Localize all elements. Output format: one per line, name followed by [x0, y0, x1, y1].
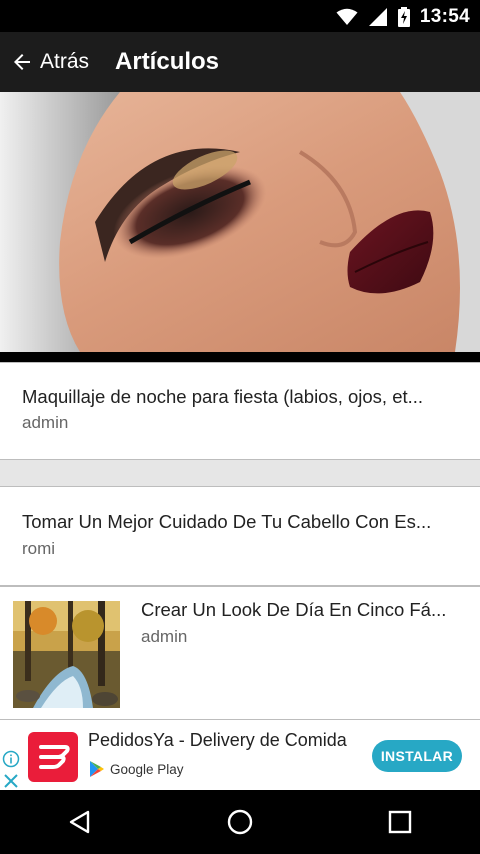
article-title[interactable]: Crear Un Look De Día En Cinco Fá...: [141, 599, 456, 621]
article-list: Maquillaje de noche para fiesta (labios,…: [0, 92, 480, 720]
ad-banner[interactable]: PedidosYa - Delivery de Comida Google Pl…: [0, 720, 480, 790]
article-author: romi: [22, 539, 56, 558]
system-nav-bar: [0, 790, 480, 854]
recents-square-icon: [388, 810, 412, 834]
article-author: admin: [141, 627, 188, 646]
article-title[interactable]: Tomar Un Mejor Cuidado De Tu Cabello Con…: [22, 511, 456, 533]
google-play-badge: Google Play: [88, 760, 184, 778]
close-icon[interactable]: [2, 772, 20, 790]
article-author: admin: [22, 413, 69, 432]
store-label: Google Play: [110, 761, 184, 777]
home-circle-icon: [227, 809, 253, 835]
article-card[interactable]: Tomar Un Mejor Cuidado De Tu Cabello Con…: [0, 486, 480, 586]
info-icon[interactable]: [2, 750, 20, 768]
signal-icon: [368, 8, 387, 26]
page-title: Artículos: [115, 48, 220, 75]
nav-recents-button[interactable]: [370, 792, 430, 852]
article-title[interactable]: Maquillaje de noche para fiesta (labios,…: [22, 386, 456, 408]
article-card-body[interactable]: Maquillaje de noche para fiesta (labios,…: [0, 362, 480, 460]
article-card[interactable]: Crear Un Look De Día En Cinco Fá... admi…: [0, 586, 480, 720]
wifi-icon: [336, 8, 358, 25]
back-button[interactable]: Atrás: [0, 32, 115, 92]
status-bar: 13:54: [0, 0, 480, 32]
app-bar: Atrás Artículos: [0, 32, 480, 92]
makeup-hero-image: [0, 92, 480, 362]
status-time: 13:54: [419, 6, 470, 27]
status-icons: 13:54: [336, 6, 470, 28]
install-button[interactable]: INSTALAR: [371, 740, 462, 772]
back-triangle-icon: [69, 810, 90, 834]
google-play-icon: [90, 761, 104, 777]
battery-charging-icon: [397, 7, 410, 27]
back-label: Atrás: [40, 50, 90, 73]
pedidosya-logo[interactable]: [28, 732, 78, 782]
nav-back-button[interactable]: [50, 792, 110, 852]
forest-stream-thumbnail: [13, 601, 120, 708]
ad-title[interactable]: PedidosYa - Delivery de Comida: [88, 730, 347, 751]
ad-choices[interactable]: [2, 750, 20, 790]
nav-home-button[interactable]: [210, 792, 270, 852]
arrow-left-icon: [14, 54, 30, 70]
